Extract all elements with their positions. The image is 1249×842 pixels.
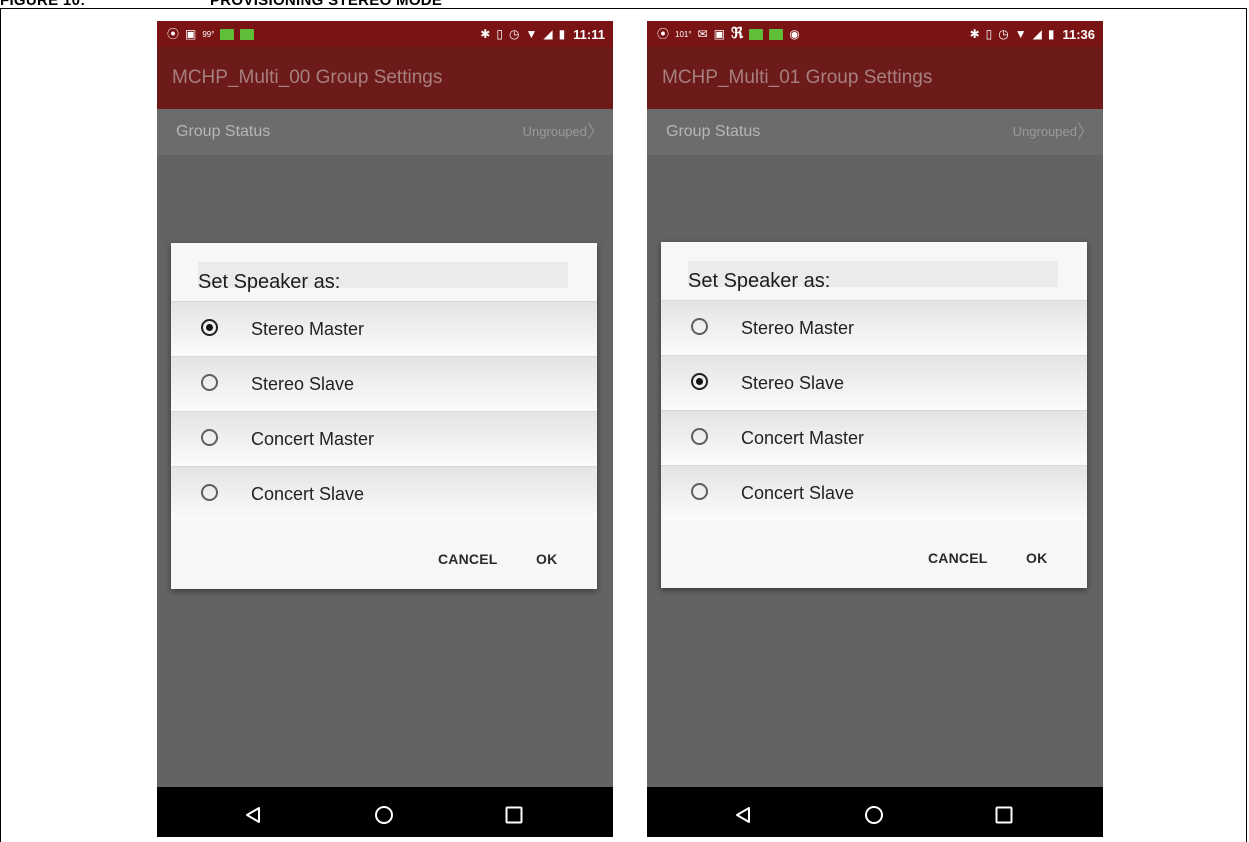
chevron-right-icon: 〉 xyxy=(1077,122,1095,142)
dots-circle-icon: ⦿ xyxy=(657,27,670,41)
radio-button[interactable] xyxy=(691,483,708,500)
radio-button[interactable] xyxy=(691,428,708,445)
cancel-button[interactable]: CANCEL xyxy=(438,544,498,574)
clock: 11:36 xyxy=(1062,26,1095,42)
android-icon: ◉ xyxy=(789,27,800,41)
option-concert-slave[interactable]: Concert Slave xyxy=(661,465,1087,520)
group-status-label: Group Status xyxy=(176,123,271,140)
status-bar: ⦿ 101° ✉ ▣ ℜ ◉ ✱ ▯ ◷ ▼ ◢ ▮ 11:36 xyxy=(647,21,1103,47)
back-icon[interactable] xyxy=(243,805,263,825)
chevron-right-icon: 〉 xyxy=(587,122,605,142)
option-concert-slave[interactable]: Concert Slave xyxy=(171,466,597,521)
bluetooth-icon: ✱ xyxy=(480,27,491,41)
group-status-value: Ungrouped xyxy=(1012,124,1077,139)
page-title: MCHP_Multi_00 Group Settings xyxy=(172,67,443,88)
book-icon xyxy=(220,28,235,40)
vibrate-icon: ▯ xyxy=(985,27,993,41)
radio-button[interactable] xyxy=(201,319,218,336)
nav-bar xyxy=(157,787,613,837)
radio-button[interactable] xyxy=(201,429,218,446)
option-label: Concert Slave xyxy=(251,484,365,504)
temperature-badge: 99° xyxy=(202,29,215,39)
clock: 11:11 xyxy=(573,26,605,42)
set-speaker-dialog: Set Speaker as: Stereo Master Stereo Sla… xyxy=(171,243,597,589)
phone-screen-right: ⦿ 101° ✉ ▣ ℜ ◉ ✱ ▯ ◷ ▼ ◢ ▮ 11:36 MCHP_Mu… xyxy=(647,21,1103,837)
alarm-icon: ◷ xyxy=(508,27,520,41)
option-label: Concert Slave xyxy=(741,483,855,503)
group-status-row[interactable]: Group Status Ungrouped 〉 xyxy=(647,109,1103,155)
cancel-button[interactable]: CANCEL xyxy=(928,543,988,573)
recents-icon[interactable] xyxy=(504,805,524,825)
home-icon[interactable] xyxy=(864,805,884,825)
image-icon: ▣ xyxy=(713,27,725,41)
book-icon xyxy=(240,28,255,40)
option-stereo-master[interactable]: Stereo Master xyxy=(171,301,597,356)
radio-button[interactable] xyxy=(691,373,708,390)
signal-icon: ◢ xyxy=(1032,27,1042,41)
ok-button[interactable]: OK xyxy=(1026,543,1047,573)
dots-circle-icon: ⦿ xyxy=(167,27,180,41)
back-icon[interactable] xyxy=(733,805,753,825)
home-icon[interactable] xyxy=(374,805,394,825)
option-concert-master[interactable]: Concert Master xyxy=(171,411,597,466)
wifi-icon: ▼ xyxy=(525,27,538,41)
option-stereo-master[interactable]: Stereo Master xyxy=(661,300,1087,355)
battery-icon: ▮ xyxy=(558,27,566,41)
option-concert-master[interactable]: Concert Master xyxy=(661,410,1087,465)
option-label: Concert Master xyxy=(251,429,375,449)
app-bar: MCHP_Multi_01 Group Settings xyxy=(647,47,1103,109)
ok-button[interactable]: OK xyxy=(536,544,557,574)
dialog-title: Set Speaker as: xyxy=(688,270,831,292)
set-speaker-dialog: Set Speaker as: Stereo Master Stereo Sla… xyxy=(661,242,1087,588)
book-icon xyxy=(749,28,764,40)
page-title: MCHP_Multi_01 Group Settings xyxy=(662,67,933,88)
alarm-icon: ◷ xyxy=(998,27,1009,41)
book-icon xyxy=(769,28,784,40)
image-icon: ▣ xyxy=(185,27,197,41)
radio-button[interactable] xyxy=(201,484,218,501)
option-label: Concert Master xyxy=(741,428,865,448)
app-bar: MCHP_Multi_00 Group Settings xyxy=(157,47,613,109)
temperature-badge: 101° xyxy=(675,29,692,39)
nav-bar xyxy=(647,787,1103,837)
group-status-label: Group Status xyxy=(666,123,761,140)
option-label: Stereo Master xyxy=(741,318,855,338)
radio-button[interactable] xyxy=(691,318,708,335)
bluetooth-icon: ✱ xyxy=(969,27,980,41)
group-status-row[interactable]: Group Status Ungrouped 〉 xyxy=(157,109,613,155)
recents-icon[interactable] xyxy=(994,805,1014,825)
option-label: Stereo Slave xyxy=(251,374,355,394)
vibrate-icon: ▯ xyxy=(496,27,503,41)
r-letter-icon: ℜ xyxy=(730,25,744,42)
option-label: Stereo Slave xyxy=(741,373,845,393)
status-bar: ⦿ ▣ 99° ✱ ▯ ◷ ▼ ◢ ▮ 11:11 xyxy=(157,21,613,47)
option-stereo-slave[interactable]: Stereo Slave xyxy=(661,355,1087,410)
option-label: Stereo Master xyxy=(251,319,365,339)
mail-icon: ✉ xyxy=(697,27,708,41)
dialog-title: Set Speaker as: xyxy=(198,271,341,293)
signal-icon: ◢ xyxy=(543,27,553,41)
wifi-icon: ▼ xyxy=(1014,27,1027,41)
option-stereo-slave[interactable]: Stereo Slave xyxy=(171,356,597,411)
group-status-value: Ungrouped xyxy=(522,124,587,139)
battery-icon: ▮ xyxy=(1047,27,1055,41)
phone-screen-left: ⦿ ▣ 99° ✱ ▯ ◷ ▼ ◢ ▮ 11:11 MCHP_Multi_00 … xyxy=(157,21,613,837)
radio-button[interactable] xyxy=(201,374,218,391)
